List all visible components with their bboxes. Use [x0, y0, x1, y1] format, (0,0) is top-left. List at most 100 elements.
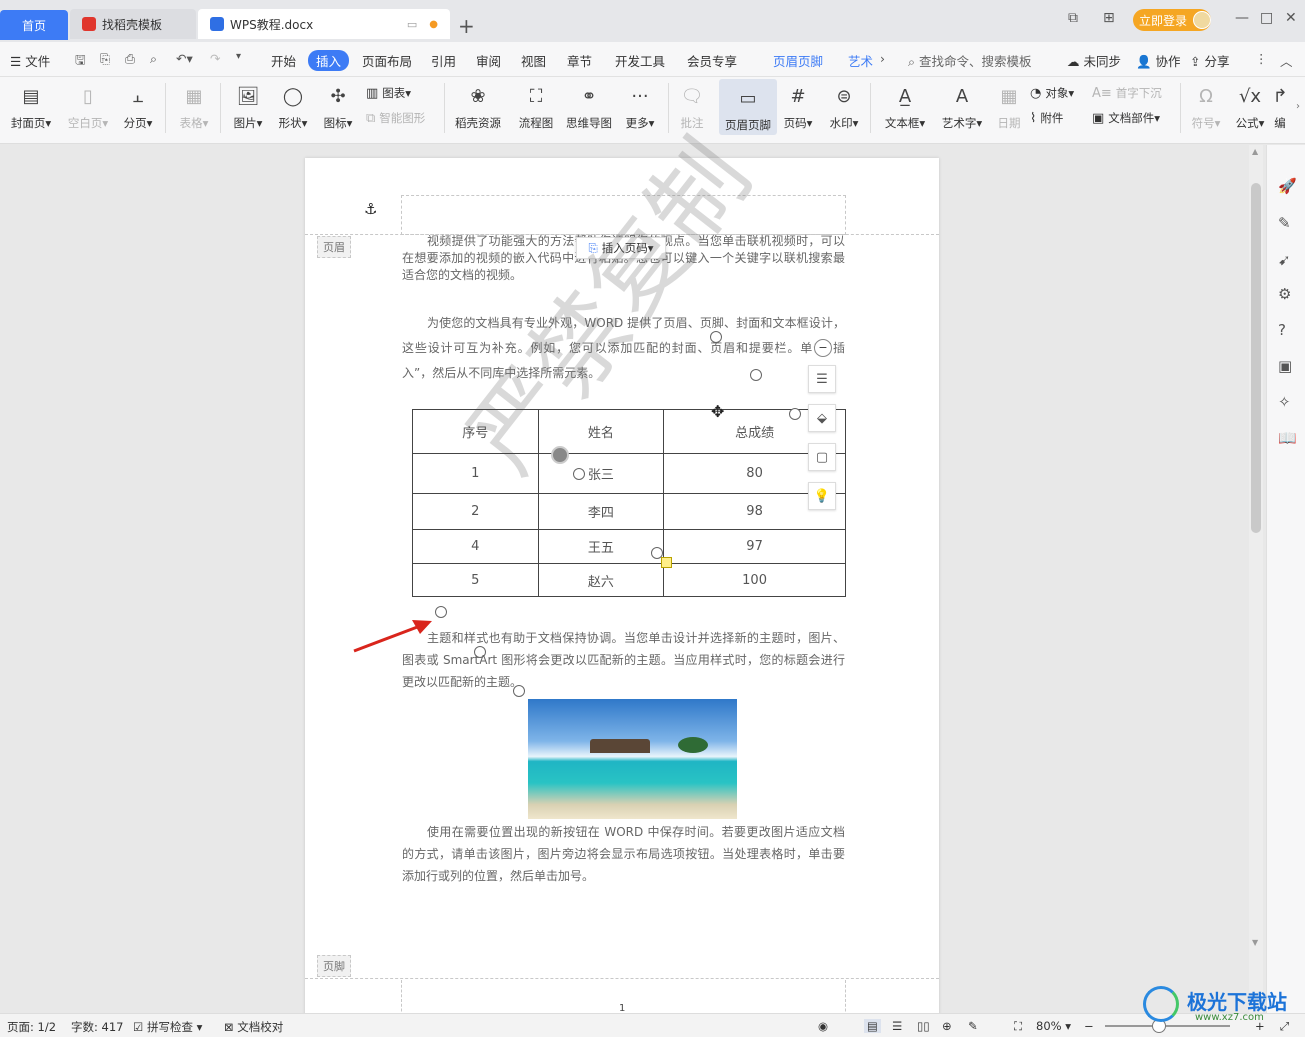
minimize-icon[interactable]: —: [1235, 10, 1249, 26]
textbox-button[interactable]: A̲ 文本框▾: [879, 77, 931, 131]
score-table[interactable]: 序号 姓名 总成绩 1 张三 80 2 李四 98 4 王五 97 5 赵六 1…: [412, 409, 846, 597]
table-cell[interactable]: 100: [663, 563, 846, 597]
sync-button[interactable]: ☁ 未同步: [1067, 51, 1121, 70]
fill-color-icon[interactable]: ⬙: [808, 404, 836, 432]
help-icon[interactable]: ?: [1278, 321, 1286, 339]
object-button[interactable]: ◔ 对象 ▾: [1030, 85, 1074, 101]
redo-icon[interactable]: ↷: [210, 51, 220, 66]
layout-options-icon[interactable]: ☰: [808, 365, 836, 393]
zoom-out-icon[interactable]: −: [1084, 1019, 1094, 1033]
tab-view[interactable]: 视图: [521, 51, 546, 70]
page-view-icon[interactable]: ▤: [864, 1019, 881, 1033]
tab-header-footer[interactable]: 页眉页脚: [773, 51, 823, 70]
table-cell[interactable]: 王五: [537, 529, 665, 564]
tab-developer[interactable]: 开发工具: [615, 51, 665, 70]
proofread-button[interactable]: ⊠ 文档校对: [224, 1019, 283, 1035]
date-button[interactable]: ▦ 日期: [983, 77, 1035, 131]
watermark-button[interactable]: ⊜ 水印▾: [818, 77, 870, 131]
table-cell[interactable]: 2: [412, 493, 539, 530]
table-cell[interactable]: 4: [412, 529, 539, 564]
attachment-button[interactable]: ⌇ 附件: [1030, 110, 1063, 126]
doc-part-button[interactable]: ▣ 文档部件 ▾: [1092, 110, 1160, 126]
tab-start[interactable]: 开始: [271, 51, 296, 70]
tab-reference[interactable]: 引用: [431, 51, 456, 70]
resize-handle[interactable]: [710, 331, 722, 343]
cover-page-button[interactable]: ▤ 封面页▾: [5, 77, 57, 131]
page-break-button[interactable]: ⫠ 分页▾: [112, 77, 164, 131]
read-view-icon[interactable]: ▯▯: [917, 1019, 930, 1033]
tab-member[interactable]: 会员专享: [687, 51, 737, 70]
pen-icon[interactable]: ✎: [1278, 214, 1291, 232]
write-view-icon[interactable]: ✎: [968, 1019, 978, 1033]
spell-check-button[interactable]: ☑ 拼写检查 ▾: [133, 1019, 202, 1035]
preview-icon[interactable]: ⌕: [150, 51, 157, 67]
outline-view-icon[interactable]: ☰: [892, 1019, 902, 1033]
resize-handle[interactable]: [789, 408, 801, 420]
header-footer-button[interactable]: ▭ 页眉页脚: [719, 79, 777, 135]
page-number-button[interactable]: # 页码▾: [772, 77, 824, 131]
web-view-icon[interactable]: ⊕: [942, 1019, 952, 1033]
undo-icon[interactable]: ↶▾: [176, 51, 193, 66]
page-indicator[interactable]: 页面: 1/2: [7, 1019, 56, 1035]
adjust-handle[interactable]: [661, 557, 672, 568]
paragraph-3[interactable]: 主题和样式也有助于文档保持协调。当您单击设计并选择新的主题时，图片、图表或 Sm…: [402, 627, 845, 693]
login-button[interactable]: 立即登录: [1133, 9, 1211, 31]
table-cell[interactable]: 97: [663, 529, 846, 564]
compass-icon[interactable]: ✧: [1278, 393, 1291, 411]
vertical-scrollbar[interactable]: ▲ ▼: [1249, 145, 1263, 1013]
smart-suggest-icon[interactable]: 💡: [808, 482, 836, 510]
export-icon[interactable]: ⎘: [100, 51, 110, 67]
book-search-icon[interactable]: 📖: [1278, 429, 1297, 447]
collab-button[interactable]: 👤 协作: [1136, 51, 1181, 70]
image-edit-icon[interactable]: ▣: [1278, 357, 1292, 375]
new-tab-button[interactable]: +: [458, 14, 475, 38]
more-icon[interactable]: ⋮: [1255, 51, 1268, 66]
grid-apps-icon[interactable]: ⊞: [1103, 10, 1115, 26]
fit-page-icon[interactable]: ⛶: [1014, 1019, 1022, 1034]
tab-page-layout[interactable]: 页面布局: [362, 51, 412, 70]
file-menu[interactable]: ☰ 文件: [10, 51, 50, 70]
save-icon[interactable]: 🖫: [75, 51, 86, 72]
table-header-cell[interactable]: 序号: [412, 409, 539, 454]
table-cell[interactable]: 1: [412, 453, 539, 494]
tab-chapter[interactable]: 章节: [567, 51, 592, 70]
scroll-up-icon[interactable]: ▲: [1252, 147, 1258, 156]
scroll-down-icon[interactable]: ▼: [1252, 938, 1258, 947]
tab-template[interactable]: 找稻壳模板: [70, 9, 196, 39]
rotate-handle-icon[interactable]: [551, 446, 569, 464]
blank-page-button[interactable]: ▯ 空白页▾: [62, 77, 114, 131]
drop-cap-button[interactable]: A≡ 首字下沉: [1092, 85, 1162, 101]
resize-handle[interactable]: [435, 606, 447, 618]
tab-art[interactable]: 艺术: [848, 51, 873, 70]
print-icon[interactable]: ⎙: [125, 51, 135, 67]
word-count[interactable]: 字数: 417: [71, 1019, 123, 1035]
smart-graphic-button[interactable]: ⧉ 智能图形: [366, 110, 425, 126]
chart-button[interactable]: ▥ 图表 ▾: [366, 85, 411, 101]
close-icon[interactable]: ✕: [1285, 10, 1297, 26]
zoom-level[interactable]: 80% ▾: [1036, 1019, 1071, 1033]
collapse-toolbar-icon[interactable]: −: [814, 339, 832, 357]
edit-button[interactable]: ↱ 编: [1262, 77, 1298, 131]
maximize-icon[interactable]: □: [1260, 10, 1273, 26]
docer-resource-button[interactable]: ❀ 稻壳资源: [452, 77, 504, 131]
tab-review[interactable]: 审阅: [476, 51, 501, 70]
outline-icon[interactable]: ▢: [808, 443, 836, 471]
share-button[interactable]: ⇪ 分享: [1190, 51, 1229, 70]
resize-handle[interactable]: [573, 468, 585, 480]
layout-switch-icon[interactable]: ⧉: [1068, 10, 1078, 26]
command-search[interactable]: ⌕ 查找命令、搜索模板: [908, 51, 1032, 70]
sliders-icon[interactable]: ⚙: [1278, 285, 1291, 303]
collapse-ribbon-icon[interactable]: ︿: [1280, 51, 1293, 70]
tab-document[interactable]: WPS教程.docx ▭ ●: [198, 9, 450, 39]
quick-access-dropdown-icon[interactable]: ▾: [236, 51, 241, 62]
rocket-icon[interactable]: 🚀: [1278, 177, 1297, 195]
mindmap-button[interactable]: ⚭ 思维导图: [563, 77, 615, 131]
scrollbar-thumb[interactable]: [1251, 183, 1261, 533]
tab-home[interactable]: 首页: [0, 10, 68, 40]
table-cell[interactable]: 赵六: [537, 563, 665, 597]
table-cell[interactable]: 5: [412, 563, 539, 597]
resize-handle[interactable]: [750, 369, 762, 381]
table-button[interactable]: ▦ 表格▾: [168, 77, 220, 131]
chevron-right-icon[interactable]: ›: [880, 51, 885, 66]
beach-photo[interactable]: [528, 699, 737, 819]
